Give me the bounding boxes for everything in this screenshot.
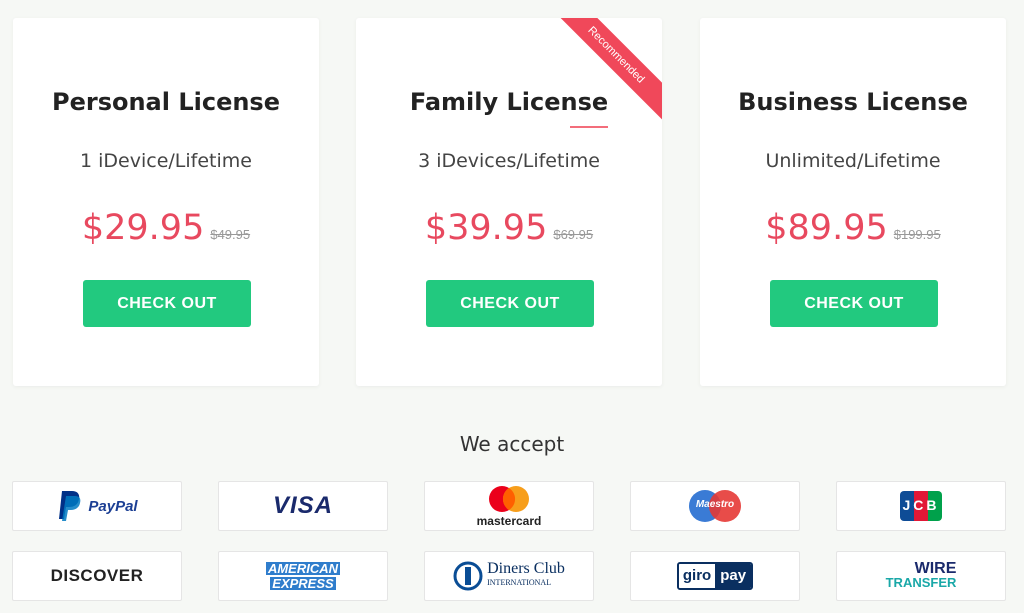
plan-devices: Unlimited/Lifetime	[765, 150, 941, 172]
price-row: $29.95 $49.95	[13, 208, 319, 248]
mastercard-icon	[489, 485, 529, 512]
jcb-label: JCB	[902, 497, 940, 513]
we-accept-heading: We accept	[459, 432, 565, 456]
wire-line2: TRANSFER	[885, 575, 957, 590]
mastercard-logo: mastercard	[424, 481, 594, 531]
checkout-button-personal[interactable]: CHECK OUT	[83, 280, 251, 327]
discover-logo: DISCOVER	[12, 551, 182, 601]
plan-card-business: Business License Unlimited/Lifetime $89.…	[700, 18, 1006, 386]
giropay-icon: giro pay	[676, 562, 754, 590]
wire-line1: WIRE	[914, 560, 957, 577]
wire-transfer-icon: WIRE TRANSFER	[885, 560, 957, 590]
visa-logo: VISA	[218, 481, 388, 531]
wire-transfer-logo: WIRE TRANSFER	[836, 551, 1006, 601]
maestro-label: Maestro	[695, 499, 735, 510]
maestro-logo: Maestro	[630, 481, 800, 531]
plan-devices: 3 iDevices/Lifetime	[418, 150, 600, 172]
plan-title: Business License	[738, 88, 968, 116]
title-underline	[570, 126, 608, 128]
checkout-button-business[interactable]: CHECK OUT	[770, 280, 938, 327]
visa-label: VISA	[272, 492, 333, 519]
plan-old-price: $199.95	[893, 227, 941, 242]
diners-icon	[453, 561, 483, 591]
price-row: $89.95 $199.95	[700, 208, 1006, 248]
pay-label: pay	[715, 564, 752, 588]
plan-card-personal: Personal License 1 iDevice/Lifetime $29.…	[13, 18, 319, 386]
plan-price: $89.95	[765, 208, 888, 248]
plan-old-price: $69.95	[553, 227, 594, 242]
maestro-icon: Maestro	[687, 489, 743, 523]
diners-line2: INTERNATIONAL	[487, 578, 552, 587]
plan-title: Personal License	[51, 88, 280, 116]
plan-price: $39.95	[424, 208, 548, 248]
jcb-logo: JCB	[836, 481, 1006, 531]
plan-devices: 1 iDevice/Lifetime	[80, 150, 252, 172]
amex-line2: EXPRESS	[270, 576, 336, 591]
amex-icon: AMERICAN EXPRESS	[265, 561, 341, 591]
amex-logo: AMERICAN EXPRESS	[218, 551, 388, 601]
diners-club-logo: Diners Club INTERNATIONAL	[424, 551, 594, 601]
plan-card-family: Recommended Family License 3 iDevices/Li…	[356, 18, 662, 386]
paypal-label: PayPal	[88, 497, 138, 515]
paypal-logo: PayPal	[12, 481, 182, 531]
plan-title: Family License	[409, 88, 609, 116]
discover-label: DISCOVER	[50, 566, 144, 585]
mastercard-label: mastercard	[476, 513, 542, 528]
amex-line1: AMERICAN	[265, 561, 341, 576]
giro-label: giro	[678, 564, 716, 588]
giropay-logo: giro pay	[630, 551, 800, 601]
price-row: $39.95 $69.95	[356, 208, 662, 248]
diners-line1: Diners Club	[487, 560, 565, 577]
checkout-button-family[interactable]: CHECK OUT	[426, 280, 594, 327]
paypal-icon	[59, 491, 81, 521]
plan-old-price: $49.95	[210, 227, 251, 242]
plan-price: $29.95	[81, 208, 205, 248]
